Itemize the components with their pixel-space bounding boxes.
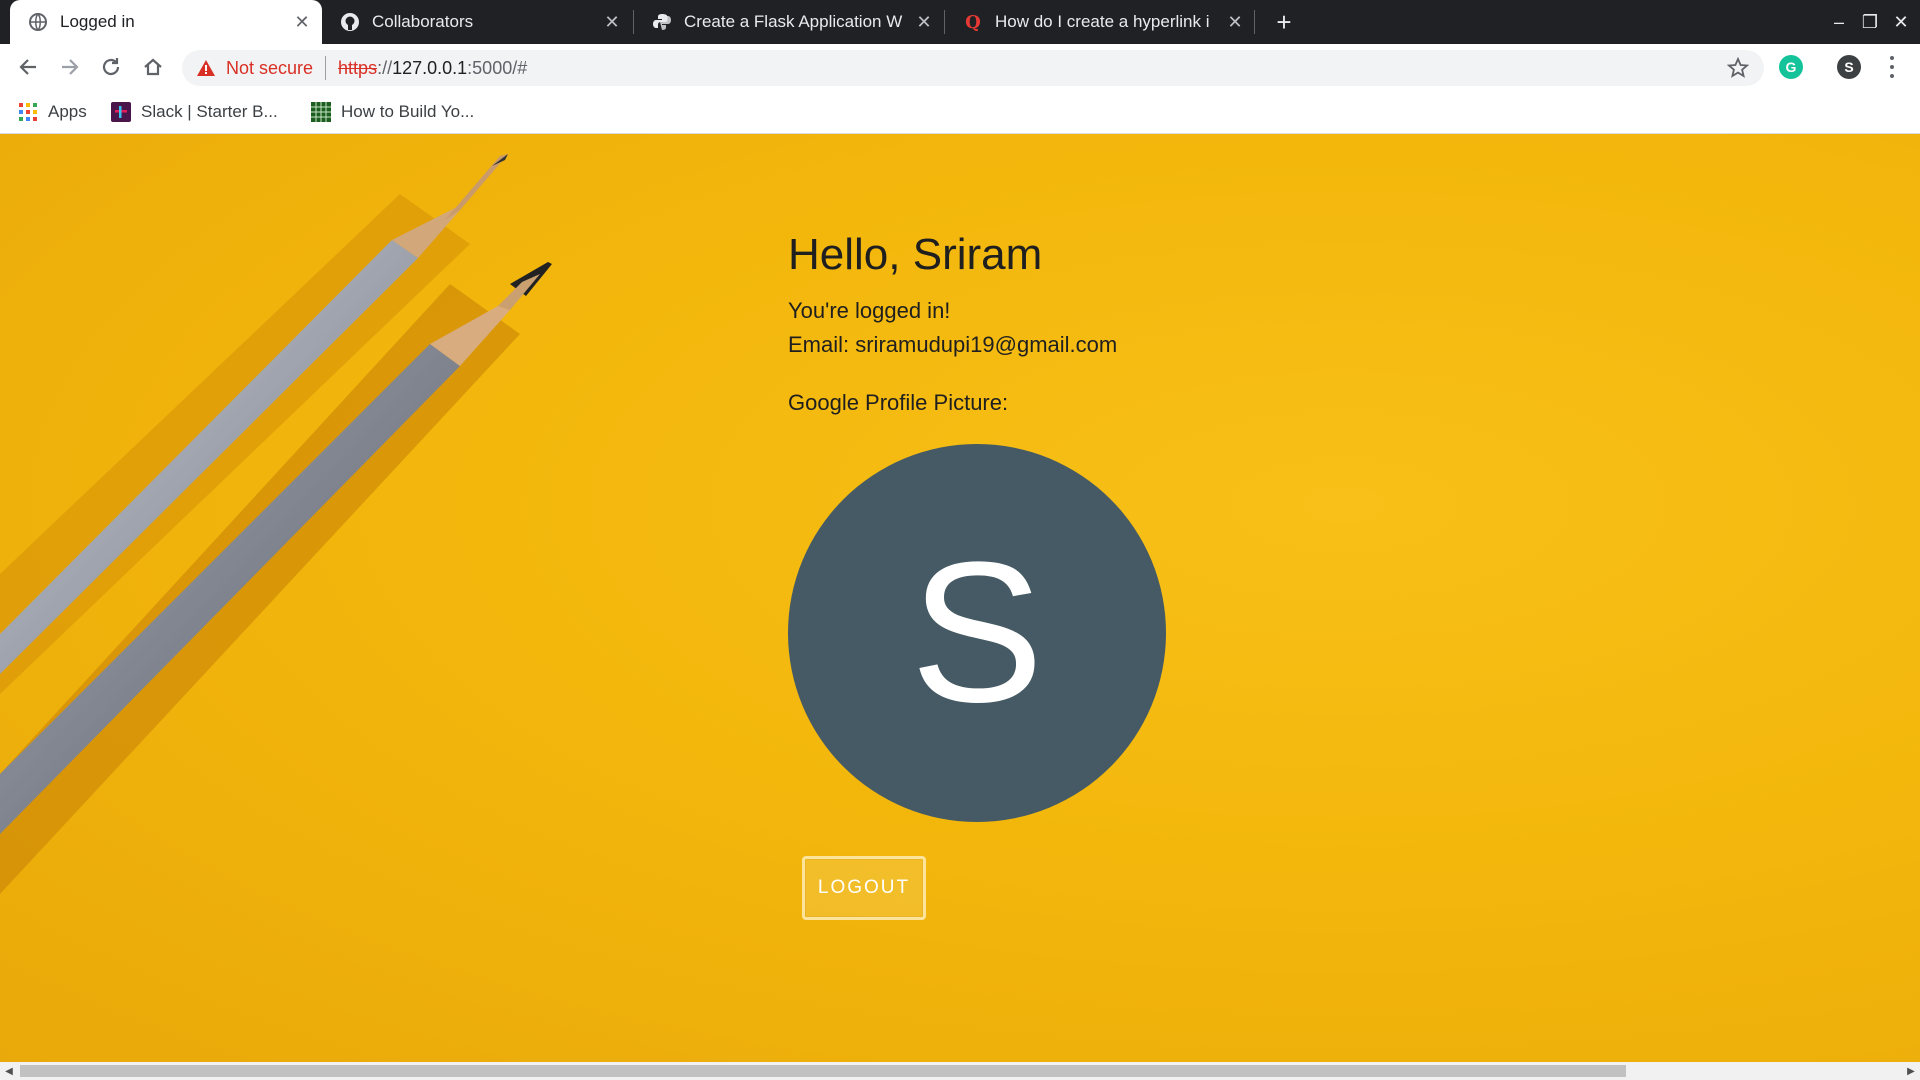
tab-title: Create a Flask Application W <box>684 12 903 31</box>
new-tab-button[interactable]: + <box>1270 7 1298 37</box>
pencils-background-image <box>0 154 552 894</box>
logout-button[interactable]: LOGOUT <box>802 856 926 920</box>
security-status[interactable]: Not secure <box>226 58 313 79</box>
bookmark-label: Slack | Starter B... <box>141 102 278 121</box>
close-window-button[interactable]: ✕ <box>1888 10 1914 34</box>
profile-avatar-button[interactable]: S <box>1837 55 1861 79</box>
reload-icon <box>102 58 120 76</box>
close-tab-icon[interactable]: ✕ <box>290 10 314 34</box>
back-button[interactable] <box>13 52 43 82</box>
url-scheme: https <box>338 57 378 78</box>
python-icon <box>652 12 672 32</box>
bookmark-star-icon[interactable] <box>1726 56 1750 80</box>
bookmark-how-to-build[interactable]: How to Build Yo... <box>311 100 474 124</box>
close-tab-icon[interactable]: ✕ <box>600 10 624 34</box>
tab-title: Logged in <box>60 12 135 31</box>
profile-content: Hello, Sriram You're logged in! Email: s… <box>788 230 1166 920</box>
tab-flask[interactable]: Create a Flask Application W ✕ <box>634 0 944 44</box>
bookmark-label: How to Build Yo... <box>341 102 475 121</box>
browser-toolbar: Not secure https :// 127.0.0.1 :5000/# G… <box>0 44 1920 90</box>
profile-picture-label: Google Profile Picture: <box>788 390 1009 415</box>
restore-button[interactable]: ❐ <box>1857 10 1883 34</box>
tab-logged-in[interactable]: Logged in ✕ <box>10 0 322 44</box>
tab-quora[interactable]: Q How do I create a hyperlink i ✕ <box>945 0 1255 44</box>
tab-strip: Logged in ✕ Collaborators ✕ Create a Fla… <box>0 0 1920 44</box>
tab-collaborators[interactable]: Collaborators ✕ <box>322 0 632 44</box>
back-arrow-icon <box>19 59 36 75</box>
login-status-text: You're logged in! <box>788 298 951 323</box>
scroll-left-icon[interactable]: ◀ <box>2 1064 16 1078</box>
tab-separator <box>1254 10 1255 34</box>
minimize-button[interactable]: – <box>1826 10 1852 34</box>
greeting-heading: Hello, Sriram <box>788 230 1043 279</box>
address-bar[interactable]: Not secure https :// 127.0.0.1 :5000/# <box>182 50 1764 86</box>
warning-icon[interactable] <box>196 58 216 78</box>
close-tab-icon[interactable]: ✕ <box>1223 10 1247 34</box>
scroll-right-icon[interactable]: ▶ <box>1904 1064 1918 1078</box>
home-button[interactable] <box>138 52 168 82</box>
url-host: 127.0.0.1 <box>392 57 468 78</box>
scrollbar-thumb[interactable] <box>20 1065 1626 1077</box>
email-text: Email: sriramudupi19@gmail.com <box>788 332 1118 357</box>
horizontal-scrollbar[interactable]: ◀ ▶ <box>0 1062 1920 1080</box>
omnibox-divider <box>325 56 327 80</box>
close-tab-icon[interactable]: ✕ <box>912 10 936 34</box>
url-separator: :// <box>377 57 393 78</box>
home-icon <box>144 58 162 76</box>
apps-grid-icon <box>18 102 38 122</box>
url-path: :5000/# <box>467 57 528 78</box>
bookmarks-bar: Apps Slack | Starter B... How to Build Y… <box>0 90 1920 134</box>
bookmark-label: Apps <box>48 102 87 121</box>
slack-icon <box>111 102 131 122</box>
profile-picture-avatar: S <box>788 444 1166 822</box>
bookmark-slack[interactable]: Slack | Starter B... <box>111 100 278 124</box>
grammarly-extension-icon[interactable]: G <box>1779 55 1803 79</box>
globe-icon <box>28 12 48 32</box>
grid-site-icon <box>311 102 331 122</box>
browser-menu-icon[interactable] <box>1880 54 1904 80</box>
forward-arrow-icon <box>62 59 79 75</box>
bookmark-apps[interactable]: Apps <box>18 100 87 124</box>
reload-button[interactable] <box>96 52 126 82</box>
tab-title: Collaborators <box>372 12 474 31</box>
page-viewport: Hello, Sriram You're logged in! Email: s… <box>0 134 1920 1062</box>
github-icon <box>340 12 360 32</box>
quora-icon: Q <box>965 11 981 33</box>
tab-title: How do I create a hyperlink i <box>995 12 1210 31</box>
forward-button[interactable] <box>55 52 85 82</box>
